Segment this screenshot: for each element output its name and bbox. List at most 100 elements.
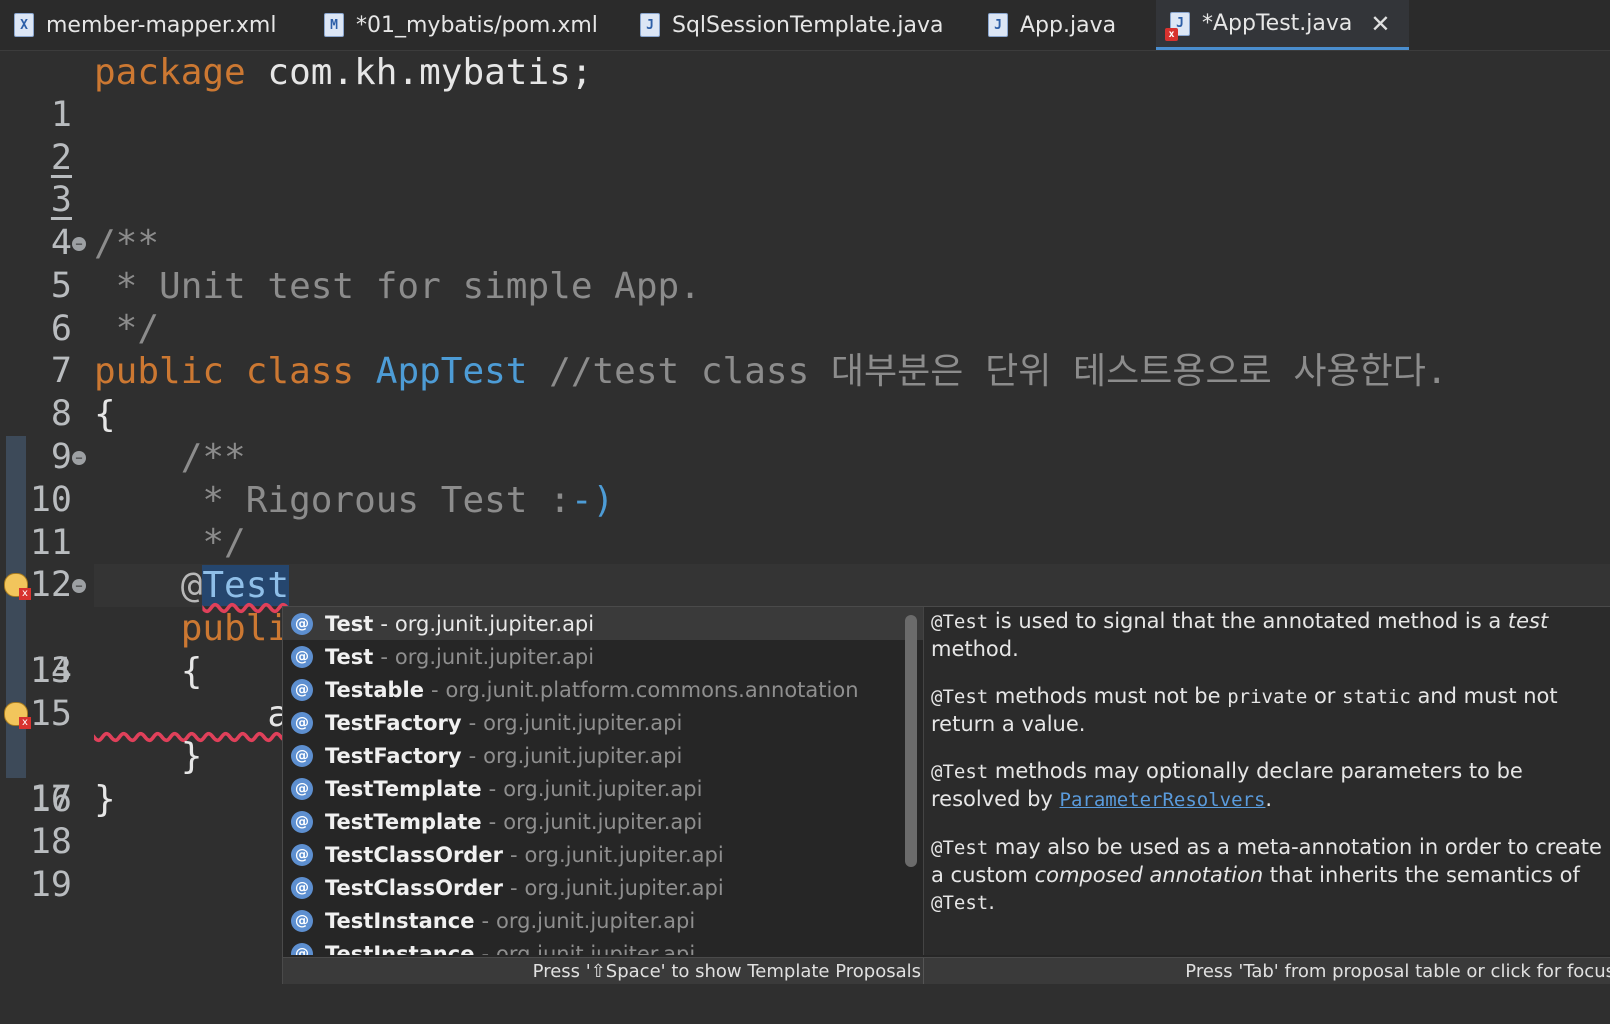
doc-emphasis: composed annotation [1034, 863, 1264, 887]
doc-text: method. [931, 637, 1019, 661]
tab-label: App.java [1020, 12, 1117, 38]
proposal-item[interactable]: @ TestFactory - org.junit.jupiter.api [283, 739, 923, 772]
editor-tab-bar: X member-mapper.xml M *01_mybatis/pom.xm… [0, 0, 1610, 51]
java-file-icon: J [988, 13, 1008, 37]
javadoc-panel[interactable]: @Test is used to signal that the annotat… [923, 607, 1610, 955]
proposal-separator: - [468, 710, 477, 735]
doc-emphasis: test [1507, 609, 1549, 633]
doc-paragraph: @Test methods may optionally declare par… [931, 758, 1610, 814]
proposal-item[interactable]: @ TestTemplate - org.junit.jupiter.api [283, 805, 923, 838]
proposal-list[interactable]: @ Test - org.junit.jupiter.api @ Test - org.jun… [283, 607, 923, 955]
code-line: 6 * Unit test for simple App. [0, 265, 1610, 349]
error-lightbulb-icon[interactable] [4, 573, 31, 600]
tab-label: member-mapper.xml [46, 12, 277, 38]
proposal-package: org.junit.jupiter.api [483, 710, 683, 735]
comment-text: -) [570, 480, 615, 521]
doc-text: or [1307, 684, 1343, 708]
proposal-item[interactable]: @ Test - org.junit.jupiter.api [283, 607, 923, 640]
java-file-error-icon: Jx [1165, 11, 1190, 41]
annotation-type-icon: @ [291, 876, 313, 899]
comment-text: //test class 대부분은 단위 테스트용으로 사용한다. [527, 351, 1448, 392]
proposal-item[interactable]: @ TestClassOrder - org.junit.jupiter.api [283, 871, 923, 904]
annotation-type-icon: @ [291, 810, 313, 833]
code-text: { [94, 651, 203, 692]
code-token: private [1227, 686, 1308, 708]
doc-paragraph: @Test methods must not be private or sta… [931, 683, 1610, 738]
proposal-package: org.junit.jupiter.api [483, 743, 683, 768]
annotation-type-icon: @ [291, 678, 313, 701]
code-token: @Test [931, 761, 989, 783]
keyword: publi [94, 608, 290, 649]
proposal-separator: - [380, 644, 388, 669]
selected-text[interactable]: Test [202, 565, 290, 606]
proposal-item[interactable]: @ Testable - org.junit.platform.commons.ann… [283, 673, 923, 706]
code-line: 2 [0, 94, 1610, 178]
tab-label: *01_mybatis/pom.xml [356, 12, 598, 38]
maven-pom-icon: M [324, 13, 344, 37]
code-line: 5 − /** [0, 222, 1610, 306]
proposal-package: org.junit.platform.commons.annotation [445, 677, 859, 702]
doc-text: . [988, 890, 995, 914]
proposal-item[interactable]: @ Test - org.junit.jupiter.api [283, 640, 923, 673]
proposal-name: Test [325, 644, 374, 669]
fold-collapse-icon[interactable]: − [72, 237, 86, 251]
comment-text: */ [94, 522, 246, 563]
proposal-item[interactable]: @ TestClassOrder - org.junit.jupiter.api [283, 838, 923, 871]
annotation-type-icon: @ [291, 744, 313, 767]
parameter-resolvers-link[interactable]: ParameterResolvers [1060, 789, 1266, 811]
xml-file-icon: X [14, 13, 34, 37]
proposal-name: Test [325, 611, 374, 636]
tab-sqlsessiontemplate-java[interactable]: J SqlSessionTemplate.java [640, 0, 943, 50]
proposal-name: TestClassOrder [325, 842, 503, 867]
doc-paragraph: @Test may also be used as a meta-annotat… [931, 834, 1610, 917]
proposal-package: org.junit.jupiter.api [394, 644, 595, 669]
tab-member-mapper-xml[interactable]: X member-mapper.xml [14, 0, 276, 50]
fold-collapse-icon[interactable]: − [72, 579, 86, 593]
code-token: @Test [931, 837, 989, 859]
code-line: 8 public class AppTest //test class 대부분은… [0, 350, 1610, 434]
proposal-item[interactable]: @ TestInstance - org.junit.jupiter.api [283, 937, 923, 955]
proposal-name: TestInstance [325, 941, 475, 956]
doc-paragraph: @Test is used to signal that the annotat… [931, 608, 1610, 663]
proposal-separator: - [509, 875, 518, 900]
proposal-package: org.junit.jupiter.api [503, 809, 703, 834]
doc-text: methods must not be [988, 684, 1228, 708]
tab-apptest-java[interactable]: Jx *AppTest.java ✕ [1156, 0, 1409, 50]
proposal-separator: - [430, 677, 439, 702]
comment-text: * Rigorous Test : [94, 480, 571, 521]
proposal-name: TestInstance [325, 908, 475, 933]
tab-pom-xml[interactable]: M *01_mybatis/pom.xml [324, 0, 598, 50]
proposal-item[interactable]: @ TestFactory - org.junit.jupiter.api [283, 706, 923, 739]
fold-collapse-icon[interactable]: − [72, 451, 86, 465]
proposal-package: org.junit.jupiter.api [394, 611, 595, 636]
line-number: 19 [29, 865, 72, 905]
class-name: AppTest [375, 351, 528, 392]
proposal-separator: - [488, 809, 497, 834]
annotation-prefix: @ [94, 565, 203, 606]
scrollbar-thumb[interactable] [905, 615, 917, 867]
code-text: { [94, 394, 116, 435]
proposal-separator: - [488, 776, 497, 801]
tab-label: SqlSessionTemplate.java [672, 12, 944, 38]
close-icon[interactable]: ✕ [1370, 10, 1390, 38]
proposal-package: org.junit.jupiter.api [524, 875, 724, 900]
code-token: @Test [931, 686, 989, 708]
error-badge-icon: x [1165, 27, 1178, 41]
annotation-type-icon: @ [291, 942, 313, 955]
proposal-separator: - [380, 611, 388, 636]
focus-hint: Press 'Tab' from proposal table or click… [1185, 961, 1610, 982]
proposal-item[interactable]: @ TestTemplate - org.junit.jupiter.api [283, 772, 923, 805]
annotation-type-icon: @ [291, 777, 313, 800]
annotation-type-icon: @ [291, 843, 313, 866]
content-assist-status-bar: Press '⇧Space' to show Template Proposal… [283, 957, 1610, 984]
error-lightbulb-icon[interactable] [4, 702, 31, 729]
proposal-item[interactable]: @ TestInstance - org.junit.jupiter.api [283, 904, 923, 937]
proposal-separator: - [481, 941, 490, 956]
content-assist-popup[interactable]: @ Test - org.junit.jupiter.api @ Test - org.jun… [282, 606, 1610, 984]
tab-app-java[interactable]: J App.java [988, 0, 1116, 50]
code-line: 7 */ [0, 307, 1610, 391]
code-line: 12 */ [0, 521, 1610, 605]
doc-text: that inherits the semantics of [1263, 863, 1580, 887]
proposal-separator: - [481, 908, 490, 933]
doc-text: . [1265, 787, 1273, 811]
